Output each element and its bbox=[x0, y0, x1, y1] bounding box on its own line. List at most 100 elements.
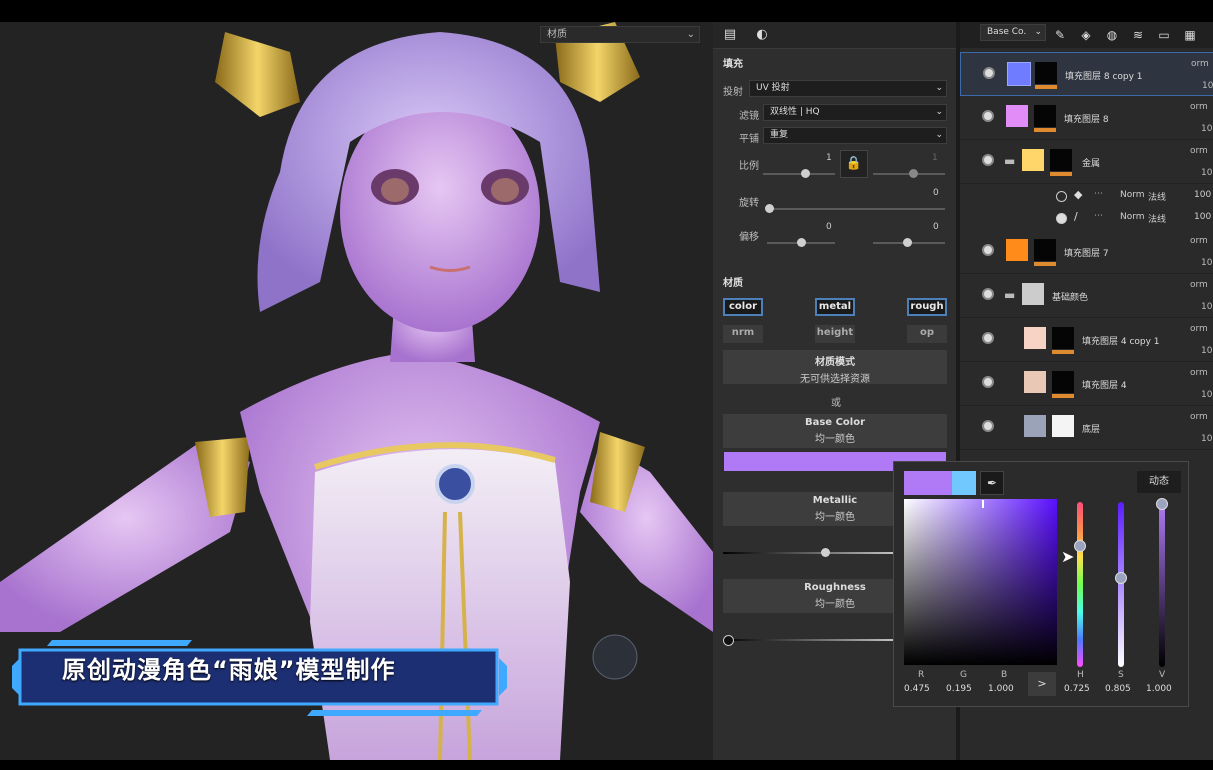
layer-blend-label: orm bbox=[1190, 102, 1208, 112]
add-fill-icon[interactable]: ◈ bbox=[1078, 27, 1094, 43]
scale-slider-locked[interactable] bbox=[873, 169, 945, 178]
channel-metal-button[interactable]: metal bbox=[815, 298, 855, 316]
saturation-slider[interactable] bbox=[1118, 502, 1124, 667]
hue-slider-knob[interactable] bbox=[1074, 540, 1086, 552]
layer-opacity: 10 bbox=[1201, 124, 1213, 134]
layer-opacity: 10 bbox=[1201, 390, 1213, 400]
value-slider-knob[interactable] bbox=[1156, 498, 1168, 510]
visibility-eye-icon[interactable] bbox=[982, 376, 994, 388]
radio-icon[interactable] bbox=[1056, 213, 1067, 224]
rotation-slider[interactable] bbox=[765, 204, 945, 213]
layer-color-swatch[interactable] bbox=[1022, 149, 1044, 171]
layer-item[interactable]: 底层 orm 10 bbox=[960, 406, 1213, 450]
channel-rough-button[interactable]: rough bbox=[907, 298, 947, 316]
add-mask-icon[interactable]: ◍ bbox=[1104, 27, 1120, 43]
material-view-select[interactable]: 材质 ⌄ bbox=[540, 26, 700, 43]
saturation-slider-knob[interactable] bbox=[1115, 572, 1127, 584]
layer-color-swatch[interactable] bbox=[1007, 62, 1031, 86]
b-value-field[interactable]: 1.000 bbox=[988, 684, 1014, 694]
offset-x-slider[interactable] bbox=[767, 238, 835, 247]
more-icon[interactable]: ⋮ bbox=[1206, 27, 1213, 43]
projection-dropdown[interactable]: UV 投射 ⌄ bbox=[749, 80, 947, 97]
layer-mask-thumbnail[interactable] bbox=[1034, 239, 1056, 261]
current-color-swatch bbox=[904, 471, 952, 495]
chevron-down-icon: ⌄ bbox=[935, 83, 943, 93]
layer-channel-bar bbox=[1052, 394, 1074, 398]
texture-set-icon[interactable]: ◐ bbox=[751, 25, 773, 45]
eyedropper-icon[interactable]: ✒ bbox=[980, 471, 1004, 495]
dots-icon: ⋯ bbox=[1094, 211, 1103, 221]
layer-mask-thumbnail[interactable] bbox=[1052, 415, 1074, 437]
channel-color-button[interactable]: color bbox=[723, 298, 763, 316]
rotation-label: 旋转 bbox=[739, 198, 759, 209]
visibility-eye-icon[interactable] bbox=[982, 332, 994, 344]
add-folder-icon[interactable]: ▭ bbox=[1156, 27, 1172, 43]
h-value-field[interactable]: 0.725 bbox=[1064, 684, 1090, 694]
layer-folder[interactable]: ▬ 金属 orm 10 bbox=[960, 140, 1213, 184]
layer-item[interactable]: 填充图层 4 orm 10 bbox=[960, 362, 1213, 406]
layer-color-swatch[interactable] bbox=[1006, 105, 1028, 127]
layer-channel-bar bbox=[1035, 85, 1057, 89]
delete-icon[interactable]: ▦ bbox=[1182, 27, 1198, 43]
layer-properties-icon[interactable]: ▤ bbox=[719, 25, 741, 45]
lock-icon[interactable]: 🔒 bbox=[840, 150, 868, 178]
layer-opacity: 10 bbox=[1201, 346, 1213, 356]
r-value-field[interactable]: 0.475 bbox=[904, 684, 930, 694]
hue-slider[interactable] bbox=[1077, 502, 1083, 667]
g-value-field[interactable]: 0.195 bbox=[946, 684, 972, 694]
layer-mask-thumbnail[interactable] bbox=[1050, 149, 1072, 171]
radio-icon[interactable] bbox=[1056, 191, 1067, 202]
tiling-dropdown[interactable]: 重复 ⌄ bbox=[763, 127, 947, 144]
layer-opacity: 10 bbox=[1201, 302, 1213, 312]
layer-color-swatch[interactable] bbox=[1024, 327, 1046, 349]
layer-mask-thumbnail[interactable] bbox=[1035, 62, 1057, 84]
visibility-eye-icon[interactable] bbox=[982, 420, 994, 432]
previous-color-swatch[interactable] bbox=[952, 471, 976, 495]
layer-blend-label: orm bbox=[1190, 324, 1208, 334]
channel-op-button[interactable]: op bbox=[907, 325, 947, 343]
dynamic-button[interactable]: 动态 bbox=[1137, 471, 1181, 493]
visibility-eye-icon[interactable] bbox=[983, 67, 995, 79]
layer-name: 基础颜色 bbox=[1052, 293, 1089, 303]
visibility-eye-icon[interactable] bbox=[982, 154, 994, 166]
layer-color-swatch[interactable] bbox=[1024, 371, 1046, 393]
sv-cursor[interactable] bbox=[982, 500, 984, 508]
layer-blend-label: orm bbox=[1190, 236, 1208, 246]
layer-mask-thumbnail[interactable] bbox=[1052, 327, 1074, 349]
channel-nrm-button[interactable]: nrm bbox=[723, 325, 763, 343]
layer-mask-thumbnail[interactable] bbox=[1052, 371, 1074, 393]
s-value-field[interactable]: 0.805 bbox=[1105, 684, 1131, 694]
layer-thumbnail[interactable] bbox=[1024, 415, 1046, 437]
sublayer-paint-effect[interactable]: / ⋯ Norm 法线 100 bbox=[960, 208, 1213, 230]
visibility-eye-icon[interactable] bbox=[982, 244, 994, 256]
layer-color-swatch[interactable] bbox=[1006, 239, 1028, 261]
base-color-sub: 均一颜色 bbox=[815, 434, 855, 445]
layer-item[interactable]: 填充图层 8 copy 1 orm 10 bbox=[960, 52, 1213, 96]
visibility-eye-icon[interactable] bbox=[982, 110, 994, 122]
layer-item[interactable]: 填充图层 7 orm 10 bbox=[960, 230, 1213, 274]
layer-color-swatch[interactable] bbox=[1022, 283, 1044, 305]
sublayer-fill-effect[interactable]: ◆ ⋯ Norm 法线 100 bbox=[960, 186, 1213, 208]
add-layer-icon[interactable]: ≋ bbox=[1130, 27, 1146, 43]
layer-mask-thumbnail[interactable] bbox=[1034, 105, 1056, 127]
layer-blend-label: orm bbox=[1190, 368, 1208, 378]
scale-slider[interactable] bbox=[763, 169, 835, 178]
channel-height-button[interactable]: height bbox=[815, 325, 855, 343]
paint-brush-icon[interactable]: ✎ bbox=[1052, 27, 1068, 43]
material-mode-block[interactable]: 材质模式 无可供选择资源 bbox=[723, 350, 947, 385]
offset-y-slider[interactable] bbox=[873, 238, 945, 247]
visibility-eye-icon[interactable] bbox=[982, 288, 994, 300]
channel-dropdown[interactable]: Base Co. ⌄ bbox=[980, 24, 1046, 41]
base-color-block[interactable]: Base Color 均一颜色 bbox=[723, 414, 947, 448]
layer-item[interactable]: 填充图层 4 copy 1 orm 10 bbox=[960, 318, 1213, 362]
layer-item[interactable]: 填充图层 8 orm 10 bbox=[960, 96, 1213, 140]
expand-arrow-button[interactable]: > bbox=[1028, 672, 1056, 696]
offset-x-value: 0 bbox=[826, 222, 832, 232]
layer-folder[interactable]: ▬ 基础颜色 orm 10 bbox=[960, 274, 1213, 318]
offset-y-value: 0 bbox=[933, 222, 939, 232]
g-label: G bbox=[960, 670, 967, 680]
value-slider[interactable] bbox=[1159, 502, 1165, 667]
saturation-value-area[interactable] bbox=[904, 499, 1057, 665]
filter-dropdown[interactable]: 双线性 | HQ ⌄ bbox=[763, 104, 947, 121]
v-value-field[interactable]: 1.000 bbox=[1146, 684, 1172, 694]
